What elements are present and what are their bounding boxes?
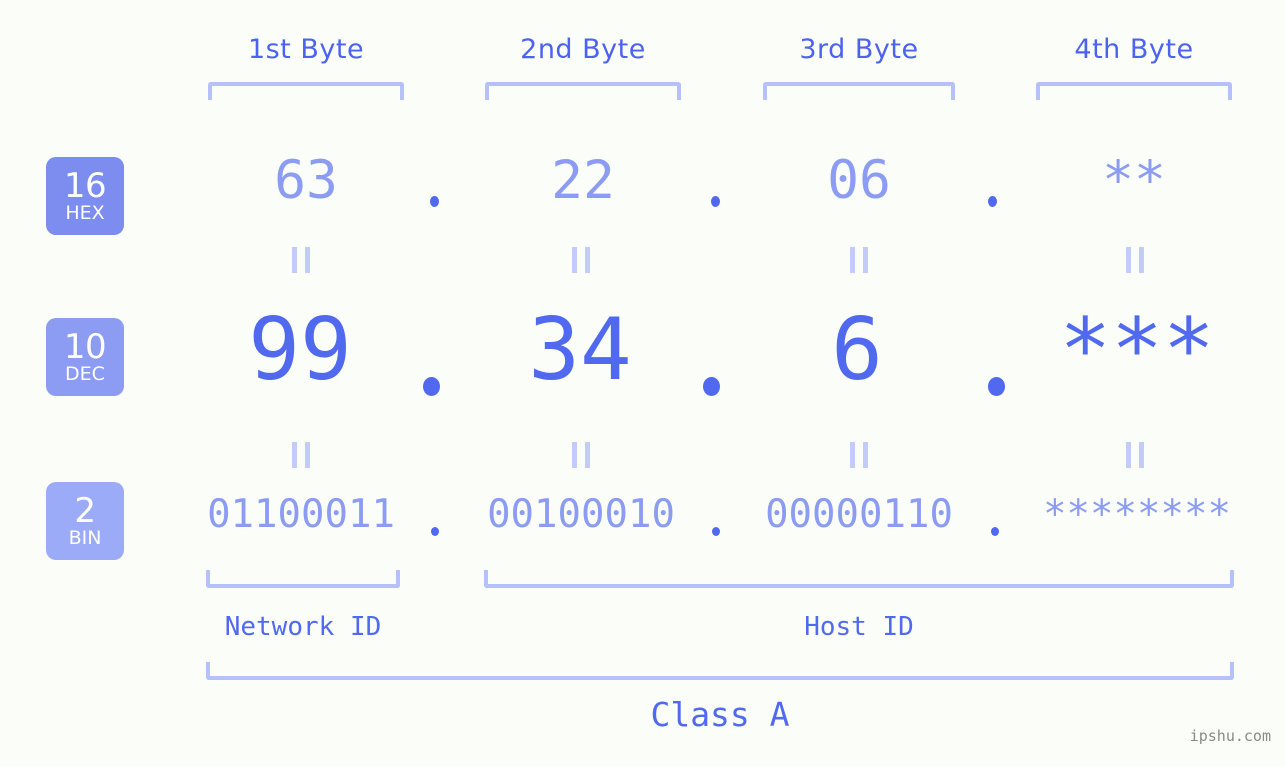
- equals-icon-hex-dec-1: [292, 247, 310, 273]
- bin-value-byte-3: 00000110: [765, 492, 953, 537]
- equals-icon-hex-dec-4: [1126, 247, 1144, 273]
- dec-separator-dot-1: [423, 377, 440, 396]
- hex-value-byte-4: **: [1102, 150, 1166, 211]
- base-badge-bin-number: 2: [74, 491, 96, 531]
- dec-separator-dot-3: [988, 377, 1005, 396]
- hex-value-byte-2: 22: [551, 150, 615, 211]
- bin-separator-dot-2: [712, 527, 720, 536]
- base-badge-dec-name: DEC: [65, 363, 105, 385]
- ip-breakdown-diagram: 1st Byte 2nd Byte 3rd Byte 4th Byte 16 H…: [0, 0, 1285, 767]
- equals-icon-dec-bin-3: [850, 442, 868, 468]
- base-badge-bin: 2 BIN: [46, 482, 124, 560]
- base-badge-bin-name: BIN: [68, 527, 102, 549]
- byte-header-3: 3rd Byte: [799, 34, 919, 65]
- byte-header-2: 2nd Byte: [520, 34, 646, 65]
- byte-bracket-2: [485, 82, 681, 100]
- network-id-bracket: [206, 570, 400, 588]
- class-bracket: [206, 662, 1234, 680]
- host-id-label: Host ID: [804, 612, 914, 642]
- host-id-bracket: [484, 570, 1234, 588]
- hex-separator-dot-1: [430, 196, 439, 207]
- bin-separator-dot-1: [431, 527, 439, 536]
- dec-value-byte-4: ***: [1059, 300, 1215, 400]
- bin-value-byte-2: 00100010: [487, 492, 675, 537]
- base-badge-dec-number: 10: [63, 327, 107, 367]
- equals-icon-dec-bin-4: [1126, 442, 1144, 468]
- byte-bracket-1: [208, 82, 404, 100]
- byte-bracket-4: [1036, 82, 1232, 100]
- equals-icon-hex-dec-3: [850, 247, 868, 273]
- base-badge-hex: 16 HEX: [46, 157, 124, 235]
- byte-bracket-3: [763, 82, 955, 100]
- bin-value-byte-1: 01100011: [207, 492, 395, 537]
- equals-icon-dec-bin-1: [292, 442, 310, 468]
- hex-separator-dot-3: [988, 196, 997, 207]
- base-badge-hex-name: HEX: [65, 202, 105, 224]
- hex-value-byte-3: 06: [827, 150, 891, 211]
- hex-value-byte-1: 63: [274, 150, 338, 211]
- hex-separator-dot-2: [711, 196, 720, 207]
- byte-header-4: 4th Byte: [1074, 34, 1194, 65]
- dec-value-byte-1: 99: [248, 300, 352, 400]
- base-badge-dec: 10 DEC: [46, 318, 124, 396]
- dec-separator-dot-2: [703, 377, 720, 396]
- network-id-label: Network ID: [224, 612, 382, 642]
- dec-value-byte-2: 34: [528, 300, 632, 400]
- site-watermark: ipshu.com: [1189, 727, 1271, 745]
- bin-value-byte-4: ********: [1043, 492, 1231, 537]
- dec-value-byte-3: 6: [831, 300, 883, 400]
- equals-icon-dec-bin-2: [572, 442, 590, 468]
- equals-icon-hex-dec-2: [572, 247, 590, 273]
- byte-header-1: 1st Byte: [247, 34, 365, 65]
- class-label: Class A: [650, 695, 790, 734]
- bin-separator-dot-3: [991, 527, 999, 536]
- base-badge-hex-number: 16: [63, 166, 107, 206]
